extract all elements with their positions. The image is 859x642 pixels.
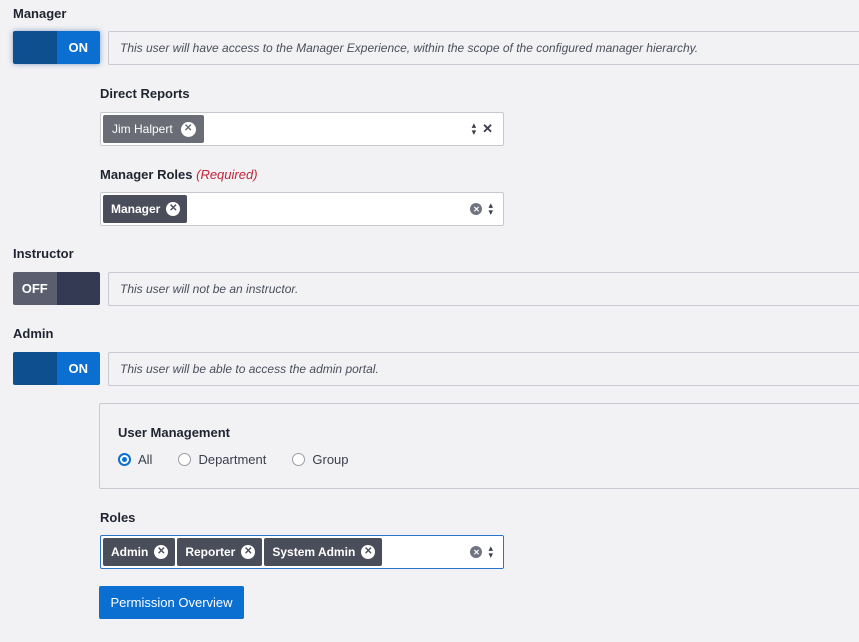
clear-icon[interactable]: ✕ [482, 121, 493, 137]
admin-description: This user will be able to access the adm… [108, 352, 859, 386]
role-tag: Admin ✕ [103, 538, 176, 566]
x-circle-icon[interactable]: ✕ [154, 545, 169, 559]
radio-department-label: Department [198, 452, 267, 467]
admin-toggle[interactable]: ON [13, 352, 100, 385]
direct-report-tag-label: Jim Halpert [112, 122, 173, 136]
x-circle-icon[interactable]: ✕ [166, 202, 181, 216]
x-circle-icon[interactable]: ✕ [361, 545, 376, 559]
manager-description: This user will have access to the Manage… [108, 31, 859, 65]
role-tag-label: Admin [111, 545, 149, 559]
radio-all-label: All [138, 452, 153, 467]
sort-icon[interactable]: ▴ ▾ [488, 544, 493, 560]
sort-icon[interactable]: ▴ ▾ [488, 201, 493, 217]
radio-checked-icon[interactable] [118, 453, 131, 466]
manager-label: Manager [13, 6, 67, 21]
radio-all[interactable]: All [118, 452, 152, 467]
sort-icon[interactable]: ▴ ▾ [472, 121, 477, 137]
manager-toggle-state: ON [56, 31, 100, 64]
instructor-description: This user will not be an instructor. [108, 272, 859, 306]
role-tag: System Admin ✕ [264, 538, 383, 566]
clear-icon[interactable]: ✕ [470, 546, 483, 558]
radio-unchecked-icon[interactable] [178, 453, 192, 466]
role-tag-label: System Admin [272, 545, 356, 559]
admin-toggle-state: ON [56, 352, 100, 385]
role-tag-label: Reporter [185, 545, 236, 559]
manager-roles-label-text: Manager Roles [100, 167, 193, 182]
roles-select[interactable]: Admin ✕ Reporter ✕ System Admin ✕ ✕ ▴ ▾ [100, 535, 504, 569]
instructor-label: Instructor [13, 246, 74, 261]
manager-roles-select[interactable]: Manager ✕ ✕ ▴ ▾ [100, 192, 504, 226]
admin-label: Admin [13, 326, 54, 341]
manager-toggle[interactable]: ON [13, 31, 100, 64]
radio-group-label: Group [312, 452, 349, 467]
user-management-radio-group: All Department Group [118, 452, 375, 467]
direct-reports-label: Direct Reports [100, 86, 190, 101]
radio-group[interactable]: Group [292, 452, 349, 467]
manager-role-tag: Manager ✕ [103, 195, 188, 223]
direct-reports-select[interactable]: Jim Halpert ✕ ▴ ▾ ✕ [100, 112, 504, 146]
manager-roles-label: Manager Roles (Required) [100, 167, 258, 182]
roles-label: Roles [100, 510, 136, 525]
user-management-label: User Management [118, 425, 230, 440]
clear-icon[interactable]: ✕ [470, 203, 483, 215]
direct-report-tag: Jim Halpert ✕ [103, 115, 204, 143]
permission-overview-button[interactable]: Permission Overview [99, 586, 244, 619]
required-indicator: (Required) [196, 167, 258, 182]
role-tag: Reporter ✕ [177, 538, 263, 566]
x-circle-icon[interactable]: ✕ [241, 545, 256, 559]
instructor-toggle[interactable]: OFF [13, 272, 100, 305]
user-management-panel: User Management All Department Group [99, 403, 859, 489]
manager-role-tag-label: Manager [111, 202, 161, 216]
instructor-toggle-state: OFF [13, 272, 57, 305]
x-circle-icon[interactable]: ✕ [180, 121, 196, 137]
radio-department[interactable]: Department [178, 452, 266, 467]
radio-unchecked-icon[interactable] [292, 453, 306, 466]
